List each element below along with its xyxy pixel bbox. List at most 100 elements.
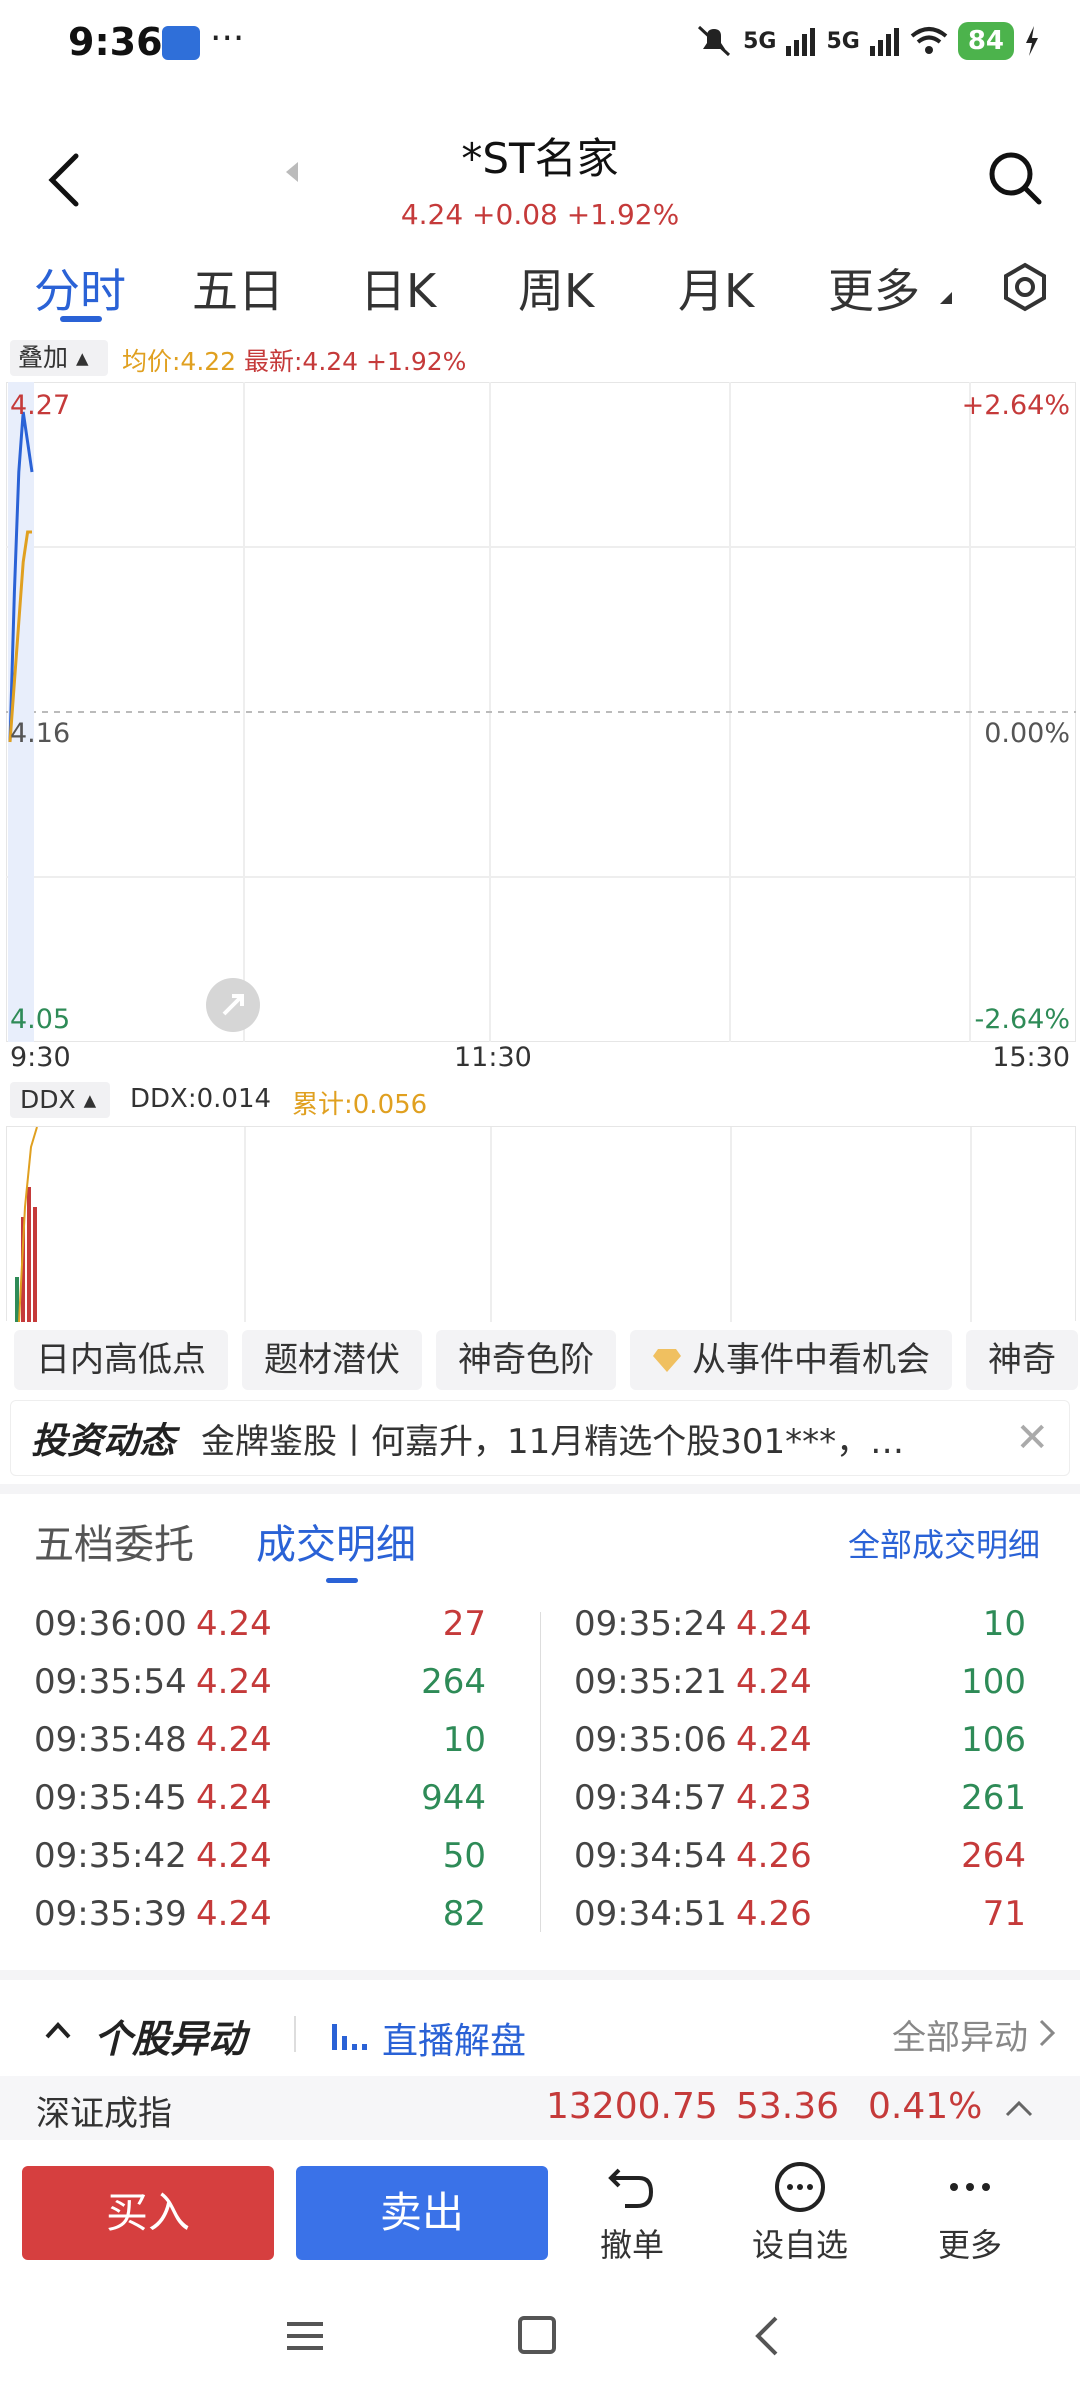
chip-intraday-highlow[interactable]: 日内高低点 — [14, 1330, 228, 1390]
all-trade-details-link[interactable]: 全部成交明细 — [848, 1520, 1040, 1566]
trade-time: 09:35:24 — [574, 1604, 727, 1644]
live-analysis-link[interactable]: 直播解盘 — [382, 2012, 526, 2064]
chip-event-opportunity[interactable]: 从事件中看机会 — [630, 1330, 952, 1390]
trade-price: 4.24 — [196, 1720, 272, 1760]
chevron-right-icon[interactable] — [1038, 2018, 1056, 2048]
index-change: 53.36 — [736, 2086, 840, 2127]
trade-row: 09:35:45 4.24 944 — [34, 1778, 494, 1836]
tab-weekly-k[interactable]: 周K — [518, 255, 594, 321]
ddx-chart — [6, 1126, 1076, 1323]
chip-theme-ambush[interactable]: 题材潜伏 — [242, 1330, 422, 1390]
trade-price: 4.26 — [736, 1894, 812, 1934]
chip-event-label: 从事件中看机会 — [692, 1340, 930, 1380]
x-tick-close: 15:30 — [992, 1042, 1070, 1073]
tab-five-day[interactable]: 五日 — [192, 255, 284, 321]
active-tab-indicator — [60, 316, 102, 322]
battery-level: 84 — [957, 22, 1014, 60]
trade-price: 4.24 — [196, 1778, 272, 1818]
buy-button[interactable]: 买入 — [22, 2166, 274, 2260]
ddx-value: DDX:0.014 — [130, 1084, 272, 1114]
trade-volume: 944 — [421, 1778, 486, 1818]
trade-volume: 82 — [442, 1894, 486, 1934]
more-circle-icon — [775, 2162, 825, 2212]
trade-price: 4.24 — [196, 1662, 272, 1702]
diamond-icon — [653, 1349, 681, 1372]
charging-icon — [1026, 26, 1038, 56]
mute-icon — [698, 25, 731, 57]
y-pct-low: -2.64% — [974, 1004, 1070, 1035]
intraday-chart — [6, 382, 1076, 1042]
trade-volume: 71 — [982, 1894, 1026, 1934]
trade-price: 4.24 — [736, 1720, 812, 1760]
overlay-button[interactable]: 叠加 ▴ — [10, 340, 108, 376]
tab-trade-detail[interactable]: 成交明细 — [256, 1512, 416, 1570]
cancel-order-button[interactable]: 撤单 — [572, 2160, 692, 2266]
chart-period-tabs: 分时 五日 日K 周K 月K 更多 — [0, 255, 1080, 325]
add-watchlist-button[interactable]: 设自选 — [740, 2160, 860, 2266]
ddx-indicator-button[interactable]: DDX ▴ — [10, 1082, 110, 1118]
trade-volume: 261 — [961, 1778, 1026, 1818]
overlay-label: 叠加 — [18, 343, 69, 372]
trade-price: 4.24 — [196, 1604, 272, 1644]
x-tick-open: 9:30 — [10, 1042, 71, 1073]
trade-time: 09:35:21 — [574, 1662, 727, 1702]
news-label: 投资动态 — [31, 1421, 176, 1462]
chip-magic-color[interactable]: 神奇色阶 — [436, 1330, 616, 1390]
trade-time: 09:34:54 — [574, 1836, 727, 1876]
nav-back-icon[interactable] — [752, 2314, 780, 2358]
index-value: 13200.75 — [546, 2086, 718, 2127]
trade-time: 09:35:06 — [574, 1720, 727, 1760]
section-divider — [0, 1970, 1080, 1980]
close-icon[interactable]: ✕ — [1015, 1415, 1049, 1461]
tab-daily-k[interactable]: 日K — [360, 255, 436, 321]
home-icon[interactable] — [518, 2316, 556, 2354]
chip-magic-more[interactable]: 神奇 — [966, 1330, 1078, 1390]
status-indicators: 5G 5G 84 — [695, 22, 1040, 60]
app-notification-icon — [162, 26, 200, 60]
section-divider — [0, 1484, 1080, 1494]
trade-volume: 100 — [961, 1662, 1026, 1702]
more-button[interactable]: 更多 — [910, 2160, 1030, 2266]
trade-time: 09:35:54 — [34, 1662, 187, 1702]
sell-button[interactable]: 卖出 — [296, 2166, 548, 2260]
trade-time: 09:35:39 — [34, 1894, 187, 1934]
stock-abnormal-title[interactable]: 个股异动 — [94, 2008, 246, 2063]
trade-row: 09:34:51 4.26 71 — [574, 1894, 1034, 1952]
trade-price: 4.26 — [736, 1836, 812, 1876]
y-pct-mid: 0.00% — [984, 718, 1070, 749]
trade-row: 09:35:39 4.24 82 — [34, 1894, 494, 1952]
trade-row: 09:35:42 4.24 50 — [34, 1836, 494, 1894]
investment-news-banner[interactable]: 投资动态 金牌鉴股丨何嘉升，11月精选个股301***，… ✕ — [10, 1400, 1070, 1476]
feature-chips: 日内高低点 题材潜伏 神奇色阶 从事件中看机会 神奇 — [14, 1330, 1078, 1390]
recent-apps-icon[interactable] — [285, 2318, 325, 2354]
all-abnormal-link[interactable]: 全部异动 — [892, 2010, 1028, 2059]
tab-order-book[interactable]: 五档委托 — [34, 1512, 194, 1570]
trade-price: 4.24 — [736, 1604, 812, 1644]
more-notifications: ··· — [210, 18, 245, 59]
expand-chart-icon[interactable] — [206, 978, 260, 1032]
ddx-bar — [33, 1207, 37, 1322]
trade-row: 09:35:24 4.24 10 — [574, 1604, 1034, 1662]
signal-icon — [786, 28, 816, 56]
tab-intraday[interactable]: 分时 — [34, 255, 126, 321]
chevron-up-icon[interactable] — [1004, 2098, 1034, 2118]
search-icon[interactable] — [985, 148, 1045, 208]
tab-more[interactable]: 更多 — [828, 255, 920, 321]
chevron-up-icon[interactable] — [44, 2020, 72, 2040]
trade-time: 09:35:42 — [34, 1836, 187, 1876]
average-price: 均价:4.22 — [122, 347, 237, 376]
index-name: 深证成指 — [36, 2094, 172, 2134]
y-tick-mid: 4.16 — [10, 718, 71, 749]
trade-row: 09:36:00 4.24 27 — [34, 1604, 494, 1662]
trade-time: 09:35:48 — [34, 1720, 187, 1760]
trade-time: 09:34:51 — [574, 1894, 727, 1934]
latest-price: 最新:4.24 +1.92% — [244, 347, 467, 376]
trade-volume: 50 — [442, 1836, 486, 1876]
news-headline[interactable]: 金牌鉴股丨何嘉升，11月精选个股301***，… — [201, 1414, 995, 1463]
add-watchlist-label: 设自选 — [751, 2226, 848, 2264]
trade-price: 4.24 — [196, 1894, 272, 1934]
settings-icon[interactable] — [1000, 262, 1050, 312]
tab-monthly-k[interactable]: 月K — [678, 255, 754, 321]
y-tick-high: 4.27 — [10, 390, 71, 421]
trade-price: 4.23 — [736, 1778, 812, 1818]
